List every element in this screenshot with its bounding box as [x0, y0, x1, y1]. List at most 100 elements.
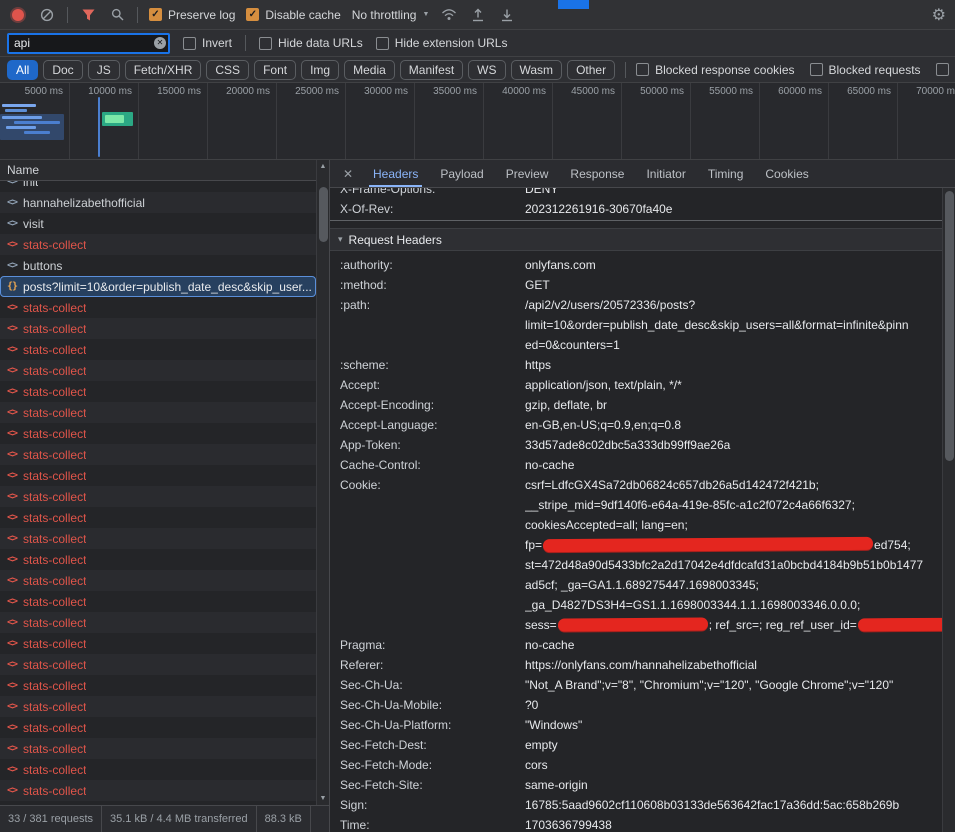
filter-chip-manifest[interactable]: Manifest: [400, 60, 463, 80]
request-row[interactable]: <>stats-collect: [0, 696, 316, 717]
tab-preview[interactable]: Preview: [495, 160, 560, 187]
request-row[interactable]: <>stats-collect: [0, 738, 316, 759]
download-icon: [500, 8, 514, 22]
clear-network-log-button[interactable]: [38, 6, 56, 24]
request-row[interactable]: <>stats-collect: [0, 339, 316, 360]
settings-gear-icon[interactable]: ⚙: [932, 5, 946, 25]
export-har-button[interactable]: [498, 6, 516, 24]
preserve-log-checkbox[interactable]: ✓ Preserve log: [149, 8, 235, 22]
filter-chip-fetch-xhr[interactable]: Fetch/XHR: [125, 60, 202, 80]
filter-chip-other[interactable]: Other: [567, 60, 615, 80]
close-icon[interactable]: ✕: [338, 167, 358, 181]
request-row[interactable]: <>stats-collect: [0, 612, 316, 633]
request-row[interactable]: <>stats-collect: [0, 381, 316, 402]
request-label: buttons: [23, 259, 62, 273]
request-row[interactable]: <>stats-collect: [0, 780, 316, 801]
request-row[interactable]: <>stats-collect: [0, 675, 316, 696]
filter-chip-img[interactable]: Img: [301, 60, 339, 80]
3rd-party-requests-checkbox[interactable]: 3rd-party requests: [936, 63, 955, 77]
record-button[interactable]: [9, 6, 27, 24]
request-row[interactable]: <>stats-collect: [0, 234, 316, 255]
request-label: stats-collect: [23, 238, 86, 252]
tab-payload[interactable]: Payload: [429, 160, 494, 187]
header-name: Cache-Control:: [330, 455, 525, 475]
request-row[interactable]: <>stats-collect: [0, 633, 316, 654]
toolbar-separator: [67, 7, 68, 23]
request-row[interactable]: <>stats-collect: [0, 654, 316, 675]
script-icon: <>: [7, 575, 17, 586]
request-row[interactable]: <>stats-collect: [0, 423, 316, 444]
scroll-down-icon[interactable]: ▼: [317, 795, 329, 802]
request-row[interactable]: <>stats-collect: [0, 759, 316, 780]
request-row[interactable]: <> stats-collect: [0, 570, 316, 591]
filter-chip-doc[interactable]: Doc: [43, 60, 82, 80]
filter-chip-ws[interactable]: WS: [468, 60, 505, 80]
request-row[interactable]: <>stats-collect: [0, 360, 316, 381]
throttling-dropdown[interactable]: No throttling ▼: [352, 8, 430, 22]
disable-cache-checkbox[interactable]: ✓ Disable cache: [246, 8, 340, 22]
search-button[interactable]: [108, 6, 126, 24]
filter-chip-js[interactable]: JS: [88, 60, 120, 80]
header-value: 33d57ade8c02dbc5a333db99ff9ae26a: [525, 435, 942, 455]
request-row[interactable]: <>stats-collect: [0, 444, 316, 465]
clear-filter-icon[interactable]: ✕: [154, 37, 166, 49]
script-icon: {}: [7, 281, 17, 292]
header-value: gzip, deflate, br: [525, 395, 942, 415]
filter-chip-font[interactable]: Font: [254, 60, 296, 80]
section-title: Request Headers: [349, 233, 442, 247]
filter-chip-media[interactable]: Media: [344, 60, 395, 80]
request-row[interactable]: <>stats-collect: [0, 486, 316, 507]
header-row: Sec-Fetch-Dest:empty: [330, 735, 942, 755]
request-row[interactable]: <>hannahelizabethofficial: [0, 192, 316, 213]
request-row-selected[interactable]: {}posts?limit=10&order=publish_date_desc…: [0, 276, 316, 297]
tab-cookies[interactable]: Cookies: [754, 160, 819, 187]
details-scrollbar-thumb[interactable]: [945, 191, 954, 461]
timeline-gridline: [345, 83, 346, 159]
tab-timing[interactable]: Timing: [697, 160, 755, 187]
header-row: Cookie:csrf=LdfcGX4Sa72db06824c657db26a5…: [330, 475, 942, 635]
request-row[interactable]: <>stats-collect: [0, 318, 316, 339]
tab-initiator[interactable]: Initiator: [635, 160, 696, 187]
filter-chip-all[interactable]: All: [7, 60, 38, 80]
filter-input[interactable]: [7, 33, 170, 54]
hide-data-urls-checkbox[interactable]: Hide data URLs: [259, 36, 363, 50]
request-row[interactable]: <>stats-collect: [0, 717, 316, 738]
request-row[interactable]: <>stats-collect: [0, 297, 316, 318]
filter-toggle-button[interactable]: [79, 6, 97, 24]
filter-chip-wasm[interactable]: Wasm: [511, 60, 563, 80]
details-scrollbar[interactable]: [942, 188, 955, 832]
request-row[interactable]: <>stats-collect: [0, 465, 316, 486]
request-row[interactable]: <>init: [0, 181, 316, 192]
timeline-overview[interactable]: 5000 ms10000 ms15000 ms20000 ms25000 ms3…: [0, 83, 955, 160]
header-row: Sec-Ch-Ua:"Not_A Brand";v="8", "Chromium…: [330, 675, 942, 695]
hide-extension-urls-checkbox[interactable]: Hide extension URLs: [376, 36, 508, 50]
blocked-requests-checkbox[interactable]: Blocked requests: [810, 63, 921, 77]
invert-checkbox[interactable]: Invert: [183, 36, 232, 50]
request-row[interactable]: <>stats-collect: [0, 402, 316, 423]
request-row[interactable]: <>buttons: [0, 255, 316, 276]
network-conditions-button[interactable]: [440, 6, 458, 24]
blocked-response-cookies-checkbox[interactable]: Blocked response cookies: [636, 63, 794, 77]
requests-scrollbar-thumb[interactable]: [319, 187, 328, 242]
request-row[interactable]: <>stats-collect: [0, 528, 316, 549]
requests-scrollbar[interactable]: ▲ ▼: [316, 160, 329, 805]
request-row[interactable]: <>visit: [0, 213, 316, 234]
filter-chip-css[interactable]: CSS: [206, 60, 249, 80]
header-value: 202312261916-30670fa40e: [525, 199, 942, 219]
import-har-button[interactable]: [469, 6, 487, 24]
tab-response[interactable]: Response: [559, 160, 635, 187]
headers-content: X-Frame-Options:DENYX-Of-Rev:20231226191…: [330, 188, 955, 832]
request-row[interactable]: <>stats-collect: [0, 507, 316, 528]
script-icon: <>: [7, 323, 17, 334]
scroll-up-icon[interactable]: ▲: [317, 163, 329, 170]
tab-headers[interactable]: Headers: [362, 160, 429, 187]
request-row[interactable]: <>stats-collect: [0, 591, 316, 612]
status-resources: 88.3 kB: [257, 806, 311, 832]
name-column-header[interactable]: Name: [0, 160, 329, 181]
header-name: Sec-Fetch-Dest:: [330, 735, 525, 755]
request-row[interactable]: <>stats-collect: [0, 549, 316, 570]
header-value: DENY: [525, 188, 942, 199]
timeline-label: 25000 ms: [295, 86, 345, 97]
request-label: stats-collect: [23, 574, 86, 588]
request-headers-section[interactable]: ▾Request Headers: [330, 228, 942, 251]
